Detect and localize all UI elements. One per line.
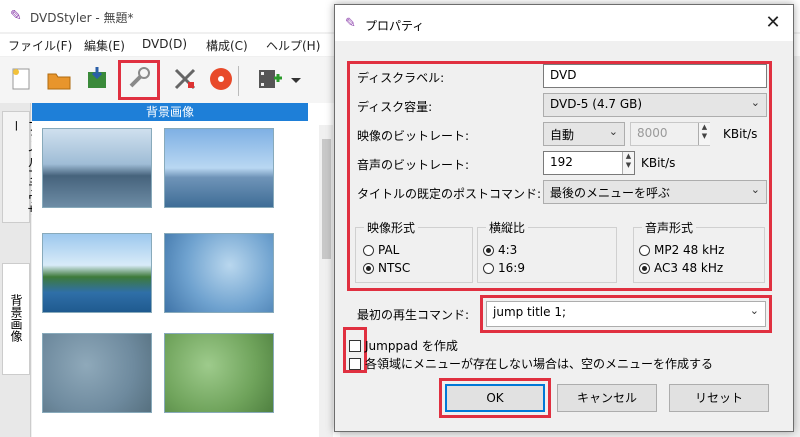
window-title: DVDStyler - 無題* bbox=[30, 11, 134, 25]
background-panel: 背景画像 bbox=[32, 103, 340, 437]
burn-disc-icon[interactable] bbox=[206, 64, 236, 94]
disc-capacity-value: DVD-5 (4.7 GB) bbox=[550, 97, 643, 111]
dvdstyler-app-icon: ✎ bbox=[10, 8, 22, 24]
checkbox-indicator bbox=[349, 357, 361, 370]
radio-4-3[interactable]: 4:3 bbox=[483, 243, 517, 257]
close-icon[interactable]: ✕ bbox=[760, 11, 786, 35]
chevron-down-icon: ⌄ bbox=[608, 125, 618, 138]
menu-config[interactable]: 構成(C) bbox=[206, 37, 248, 54]
disc-label-label: ディスクラベル: bbox=[357, 71, 445, 85]
radio-pal-label: PAL bbox=[378, 243, 400, 257]
video-bitrate-label: 映像のビットレート: bbox=[357, 129, 470, 143]
menu-edit[interactable]: 編集(E) bbox=[84, 37, 125, 54]
reset-button[interactable]: リセット bbox=[669, 384, 769, 412]
radio-indicator-selected bbox=[483, 244, 494, 256]
properties-highlight-box bbox=[118, 60, 160, 100]
radio-ac3-label: AC3 48 kHz bbox=[654, 261, 724, 275]
disc-label-input[interactable]: DVD bbox=[543, 64, 767, 88]
audio-bitrate-unit: KBit/s bbox=[641, 156, 676, 170]
dvdstyler-app-icon: ✎ bbox=[345, 16, 356, 31]
radio-ntsc[interactable]: NTSC bbox=[363, 261, 410, 275]
background-thumbnail[interactable] bbox=[164, 233, 274, 313]
background-thumbnail[interactable] bbox=[42, 128, 152, 208]
aspect-ratio-title: 横縦比 bbox=[486, 219, 529, 236]
chevron-down-icon: ⌄ bbox=[750, 96, 760, 109]
background-thumbnail[interactable] bbox=[164, 128, 274, 208]
background-thumbnail[interactable] bbox=[42, 333, 152, 413]
radio-indicator-selected bbox=[639, 262, 650, 274]
checkbox-indicator bbox=[349, 339, 361, 352]
properties-dialog: ✎ プロパティ ✕ ディスクラベル: DVD ディスク容量: DVD-5 (4.… bbox=[334, 4, 794, 432]
disc-capacity-select[interactable]: DVD-5 (4.7 GB) ⌄ bbox=[543, 93, 767, 117]
save-icon[interactable] bbox=[82, 64, 112, 94]
menu-dvd[interactable]: DVD(D) bbox=[142, 37, 187, 51]
video-bitrate-mode-select[interactable]: 自動 ⌄ bbox=[543, 122, 625, 146]
audio-format-title: 音声形式 bbox=[642, 219, 697, 236]
tab-backgrounds-label: 背景画像 bbox=[9, 294, 23, 342]
title-post-command-select[interactable]: 最後のメニューを呼ぶ ⌄ bbox=[543, 180, 767, 204]
new-file-icon[interactable] bbox=[6, 64, 36, 94]
title-post-command-value: 最後のメニューを呼ぶ bbox=[550, 186, 671, 200]
first-play-command-value: jump title 1; bbox=[493, 305, 567, 319]
title-post-command-label: タイトルの既定のポストコマンド: bbox=[357, 187, 542, 201]
background-thumbnail[interactable] bbox=[164, 333, 274, 413]
chevron-down-icon: ⌄ bbox=[749, 304, 759, 317]
first-play-command-select[interactable]: jump title 1; ⌄ bbox=[486, 301, 766, 327]
tab-backgrounds[interactable]: 背景画像 bbox=[2, 263, 30, 375]
radio-mp2[interactable]: MP2 48 kHz bbox=[639, 243, 724, 257]
radio-mp2-label: MP2 48 kHz bbox=[654, 243, 725, 257]
first-play-label: 最初の再生コマンド: bbox=[357, 308, 470, 322]
checkbox-jumppad-label: Jumppad を作成 bbox=[365, 339, 458, 353]
radio-indicator bbox=[483, 262, 494, 274]
audio-bitrate-label: 音声のビットレート: bbox=[357, 158, 470, 172]
tab-file-browser[interactable]: ファイルブラウザー bbox=[2, 111, 40, 223]
radio-16-9[interactable]: 16:9 bbox=[483, 261, 525, 275]
radio-ac3[interactable]: AC3 48 kHz bbox=[639, 261, 723, 275]
audio-bitrate-spinner[interactable]: ▲ ▼ bbox=[622, 152, 634, 174]
video-bitrate-mode-value: 自動 bbox=[550, 128, 575, 142]
panel-scroll-thumb[interactable] bbox=[322, 139, 331, 259]
radio-4-3-label: 4:3 bbox=[498, 243, 518, 257]
open-folder-icon[interactable] bbox=[44, 64, 74, 94]
checkbox-empty-menu-label: 各領域にメニューが存在しない場合は、空のメニューを作成する bbox=[365, 357, 714, 371]
checkbox-empty-menu[interactable]: 各領域にメニューが存在しない場合は、空のメニューを作成する bbox=[349, 355, 713, 372]
video-bitrate-spinner[interactable]: ▲ ▼ bbox=[698, 123, 710, 145]
radio-indicator-selected bbox=[363, 262, 374, 274]
toolbar bbox=[0, 57, 340, 103]
tools-icon[interactable] bbox=[170, 64, 200, 94]
radio-indicator bbox=[363, 244, 374, 256]
video-format-title: 映像形式 bbox=[364, 219, 419, 236]
video-bitrate-unit: KBit/s bbox=[723, 127, 758, 141]
chevron-down-icon[interactable] bbox=[288, 64, 304, 94]
panel-header: 背景画像 bbox=[32, 103, 308, 121]
add-video-icon[interactable] bbox=[254, 64, 284, 94]
radio-16-9-label: 16:9 bbox=[498, 261, 525, 275]
menu-file[interactable]: ファイル(F) bbox=[8, 37, 72, 54]
menu-help[interactable]: ヘルプ(H) bbox=[266, 37, 320, 54]
dialog-title-bar: ✎ プロパティ ✕ bbox=[335, 5, 793, 41]
radio-pal[interactable]: PAL bbox=[363, 243, 399, 257]
disc-capacity-label: ディスク容量: bbox=[357, 100, 433, 114]
toolbar-separator bbox=[238, 66, 239, 96]
radio-indicator bbox=[639, 244, 650, 256]
radio-ntsc-label: NTSC bbox=[378, 261, 411, 275]
checkbox-jumppad[interactable]: Jumppad を作成 bbox=[349, 337, 458, 354]
cancel-button[interactable]: キャンセル bbox=[557, 384, 657, 412]
side-tabs: ファイルブラウザー 背景画像 bbox=[0, 103, 40, 437]
dialog-title: プロパティ bbox=[365, 19, 425, 33]
ok-button[interactable]: OK bbox=[445, 384, 545, 412]
chevron-down-icon: ⌄ bbox=[750, 183, 760, 196]
background-thumbnail[interactable] bbox=[42, 233, 152, 313]
